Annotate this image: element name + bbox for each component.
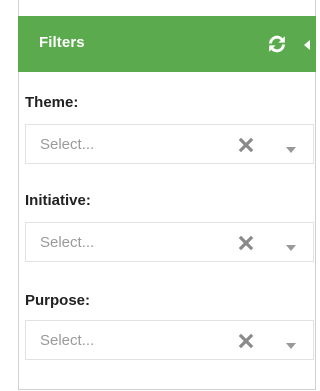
chevron-down-icon[interactable] <box>285 337 297 349</box>
theme-select[interactable]: Select... <box>25 124 314 164</box>
select-placeholder: Select... <box>40 332 95 349</box>
select-placeholder: Select... <box>40 234 95 251</box>
filter-label-purpose: Purpose: <box>25 292 91 309</box>
purpose-select[interactable]: Select... <box>25 320 314 360</box>
clear-x-icon[interactable] <box>238 235 254 251</box>
clear-x-icon[interactable] <box>238 137 254 153</box>
chevron-down-icon[interactable] <box>285 141 297 153</box>
filter-label-theme: Theme: <box>25 94 79 111</box>
chevron-down-icon[interactable] <box>285 239 297 251</box>
filter-label-initiative: Initiative: <box>25 192 91 209</box>
clear-x-icon[interactable] <box>238 333 254 349</box>
panel-title: Filters <box>39 34 85 51</box>
caret-left-icon[interactable] <box>303 38 311 50</box>
refresh-icon[interactable] <box>267 34 287 54</box>
initiative-select[interactable]: Select... <box>25 222 314 262</box>
select-placeholder: Select... <box>40 136 95 153</box>
filters-header: Filters <box>18 16 316 72</box>
